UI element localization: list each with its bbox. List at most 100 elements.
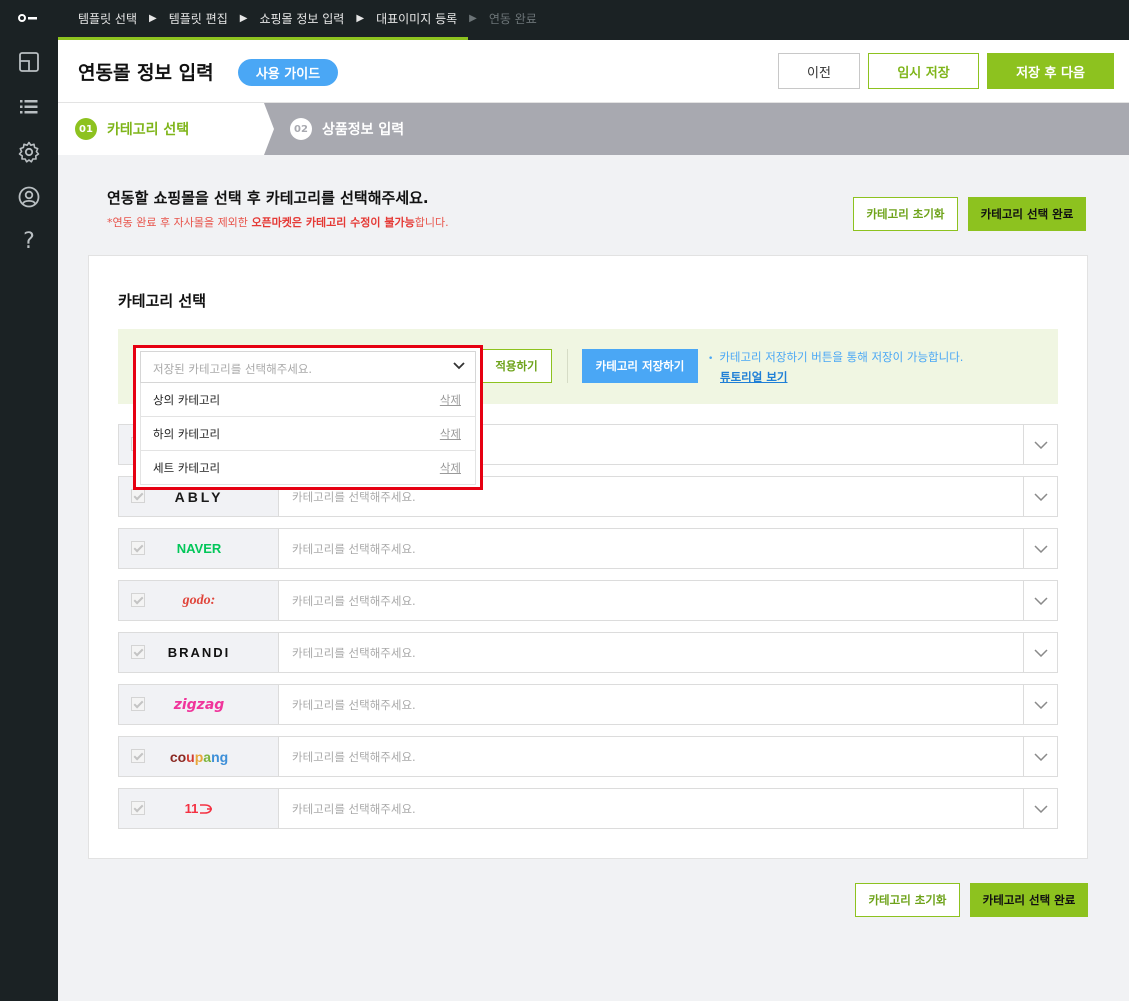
mall-checkbox[interactable]	[131, 593, 145, 607]
option-name: 세트 카테고리	[153, 461, 221, 475]
mall-label-cell: co u p a ng	[119, 737, 279, 776]
hint-line: • 카테고리 저장하기 버튼을 통해 저장이 가능합니다.	[708, 348, 963, 368]
mall-label-cell: BRANDI	[119, 633, 279, 672]
breadcrumb-arrow-icon: ▶	[239, 13, 248, 24]
step-tabs: 01 카테고리 선택 02 상품정보 입력	[58, 103, 1129, 155]
mall-row-godo: godo: 카테고리를 선택해주세요.	[118, 580, 1058, 621]
step-label: 카테고리 선택	[107, 122, 190, 138]
chevron-down-icon[interactable]	[1023, 581, 1057, 620]
breadcrumb-item[interactable]: 쇼핑몰 정보 입력	[259, 10, 344, 27]
mall-row-zigzag: zigzag 카테고리를 선택해주세요.	[118, 684, 1058, 725]
chevron-down-icon[interactable]	[1023, 789, 1057, 828]
intro-title: 연동할 쇼핑몰을 선택 후 카테고리를 선택해주세요.	[107, 189, 429, 207]
delete-option-link[interactable]: 삭제	[440, 392, 461, 408]
mall-checkbox[interactable]	[131, 801, 145, 815]
hint-text: 카테고리 저장하기 버튼을 통해 저장이 가능합니다.	[719, 350, 964, 364]
breadcrumb-item[interactable]: 대표이미지 등록	[376, 10, 457, 27]
layout-icon[interactable]	[17, 50, 41, 74]
select-placeholder: 저장된 카테고리를 선택해주세요.	[153, 362, 313, 376]
mall-category-select[interactable]: 카테고리를 선택해주세요.	[292, 801, 416, 817]
dropdown-option[interactable]: 하의 카테고리 삭제	[140, 417, 476, 451]
breadcrumb-arrow-icon: ▶	[356, 13, 365, 24]
mall-checkbox[interactable]	[131, 749, 145, 763]
tab-category-select[interactable]: 01 카테고리 선택	[75, 118, 189, 140]
bullet-dot: •	[708, 354, 714, 364]
user-icon[interactable]	[17, 185, 41, 209]
saved-category-dropdown: 저장된 카테고리를 선택해주세요. 상의 카테고리 삭제 하의 카테고리 삭제 …	[133, 345, 483, 490]
step-label: 상품정보 입력	[322, 122, 405, 138]
option-name: 하의 카테고리	[153, 427, 221, 441]
mall-category-select[interactable]: 카테고리를 선택해주세요.	[292, 541, 416, 557]
11st-logo: 11	[159, 789, 239, 828]
mall-checkbox[interactable]	[131, 645, 145, 659]
chevron-down-icon[interactable]	[1023, 685, 1057, 724]
intro-note: *연동 완료 후 자사몰을 제외한 오픈마켓은 카테고리 수정이 불가능합니다.	[107, 214, 449, 230]
mall-label-cell: zigzag	[119, 685, 279, 724]
temp-save-button[interactable]: 임시 저장	[868, 53, 979, 89]
breadcrumb-item[interactable]: 템플릿 선택	[78, 10, 137, 27]
reset-category-button[interactable]: 카테고리 초기화	[853, 197, 958, 231]
page-title: 연동몰 정보 입력	[78, 62, 214, 84]
mall-category-select[interactable]: 카테고리를 선택해주세요.	[292, 489, 416, 505]
chevron-down-icon[interactable]	[1023, 425, 1057, 464]
mall-row-brandi: BRANDI 카테고리를 선택해주세요.	[118, 632, 1058, 673]
page-header: 연동몰 정보 입력 사용 가이드 이전 임시 저장 저장 후 다음	[58, 40, 1129, 103]
chevron-down-icon[interactable]	[1023, 477, 1057, 516]
mall-category-select[interactable]: 카테고리를 선택해주세요.	[292, 645, 416, 661]
breadcrumb-arrow-icon: ▶	[469, 13, 477, 24]
naver-logo: NAVER	[176, 541, 222, 556]
mall-category-select[interactable]: 카테고리를 선택해주세요.	[292, 749, 416, 765]
coupang-logo: co u p a ng	[169, 748, 229, 765]
gear-icon[interactable]	[17, 140, 41, 164]
step-number: 01	[75, 118, 97, 140]
breadcrumb-arrow-icon: ▶	[149, 13, 157, 24]
tutorial-link[interactable]: 튜토리얼 보기	[720, 368, 963, 386]
saved-category-select[interactable]: 저장된 카테고리를 선택해주세요.	[140, 351, 476, 383]
prev-button[interactable]: 이전	[778, 53, 860, 89]
save-category-button[interactable]: 카테고리 저장하기	[582, 349, 698, 383]
guide-button[interactable]: 사용 가이드	[238, 59, 338, 86]
delete-option-link[interactable]: 삭제	[440, 460, 461, 476]
mall-category-select[interactable]: 카테고리를 선택해주세요.	[292, 593, 416, 609]
intro-note-suffix: 합니다.	[414, 216, 449, 229]
zigzag-logo: zigzag	[173, 696, 225, 713]
mall-label-cell: 11	[119, 789, 279, 828]
panel-title: 카테고리 선택	[118, 292, 207, 310]
chevron-down-icon	[453, 362, 465, 370]
mall-label-cell: godo:	[119, 581, 279, 620]
complete-category-button[interactable]: 카테고리 선택 완료	[968, 197, 1086, 231]
mall-row-11st: 11 카테고리를 선택해주세요.	[118, 788, 1058, 829]
mall-label-cell: NAVER	[119, 529, 279, 568]
apply-button[interactable]: 적용하기	[481, 349, 552, 383]
mall-row-coupang: co u p a ng 카테고리를 선택해주세요.	[118, 736, 1058, 777]
divider	[567, 349, 568, 383]
save-next-button[interactable]: 저장 후 다음	[987, 53, 1114, 89]
complete-category-button-bottom[interactable]: 카테고리 선택 완료	[970, 883, 1088, 917]
chevron-down-icon[interactable]	[1023, 633, 1057, 672]
chevron-down-icon[interactable]	[1023, 529, 1057, 568]
mall-checkbox[interactable]	[131, 697, 145, 711]
dropdown-option[interactable]: 상의 카테고리 삭제	[140, 383, 476, 417]
breadcrumb-item[interactable]: 템플릿 편집	[169, 10, 228, 27]
intro-note-prefix: *연동 완료 후 자사몰을 제외한	[107, 216, 252, 229]
sidebar: ?	[0, 0, 58, 1001]
godo-logo: godo:	[182, 592, 216, 608]
mall-checkbox[interactable]	[131, 489, 145, 503]
11st-logo-text: 11	[184, 801, 199, 816]
dropdown-option[interactable]: 세트 카테고리 삭제	[140, 451, 476, 485]
brandi-logo: BRANDI	[167, 645, 231, 660]
save-hint: • 카테고리 저장하기 버튼을 통해 저장이 가능합니다. 튜토리얼 보기	[708, 348, 963, 386]
list-icon[interactable]	[17, 95, 41, 119]
mall-category-select[interactable]: 카테고리를 선택해주세요.	[292, 697, 416, 713]
breadcrumb-bar: 템플릿 선택 ▶ 템플릿 편집 ▶ 쇼핑몰 정보 입력 ▶ 대표이미지 등록 ▶…	[58, 0, 1129, 40]
mall-checkbox[interactable]	[131, 541, 145, 555]
reset-category-button-bottom[interactable]: 카테고리 초기화	[855, 883, 960, 917]
chevron-down-icon[interactable]	[1023, 737, 1057, 776]
logo-icon[interactable]	[18, 12, 40, 24]
tab-product-info[interactable]: 02 상품정보 입력	[290, 118, 404, 140]
delete-option-link[interactable]: 삭제	[440, 426, 461, 442]
step-arrow	[264, 103, 274, 155]
help-icon[interactable]: ?	[17, 230, 41, 254]
breadcrumb-item: 연동 완료	[488, 12, 537, 26]
option-name: 상의 카테고리	[153, 393, 221, 407]
